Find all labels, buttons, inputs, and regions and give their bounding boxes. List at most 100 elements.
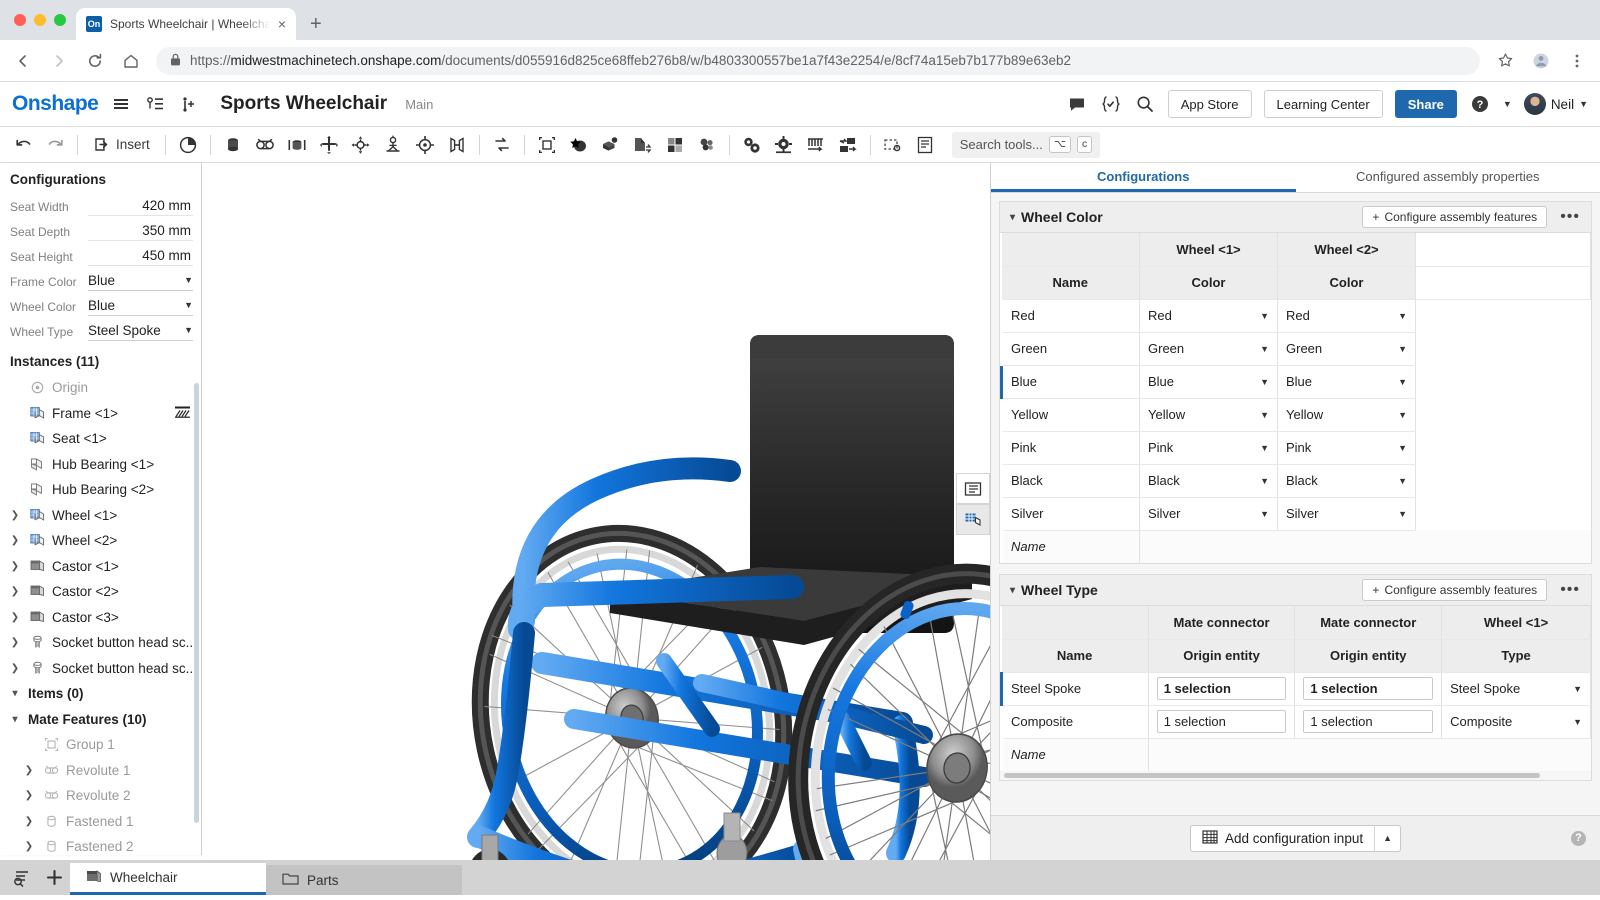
bom-icon[interactable] xyxy=(910,131,940,159)
linear-motion-icon[interactable] xyxy=(833,131,863,159)
spring-icon[interactable] xyxy=(801,131,831,159)
feature-tree[interactable]: Origin Frame <1> Seat <1> Hub Bearing <1> Hu… xyxy=(0,375,201,855)
cell-dropdown[interactable]: Yellow ▼ xyxy=(1148,407,1269,422)
chevron-right-icon[interactable]: ❯ xyxy=(22,816,36,827)
config-field-wheel-type[interactable]: Wheel Type Steel Spoke ▼ xyxy=(0,319,201,344)
address-bar[interactable]: https://midwestmachinetech.onshape.com/d… xyxy=(156,46,1480,75)
table-row[interactable]: Yellow Yellow ▼ Yellow ▼ xyxy=(1001,398,1591,432)
tree-item[interactable]: Group 1 xyxy=(0,732,201,758)
table-cell[interactable]: Silver ▼ xyxy=(1277,497,1416,531)
search-tools-input[interactable]: Search tools... ⌥ c xyxy=(951,131,1101,158)
tree-item[interactable]: ❯ Wheel <2> xyxy=(0,528,201,554)
document-title[interactable]: Sports Wheelchair xyxy=(220,93,387,115)
cell-dropdown[interactable]: Silver ▼ xyxy=(1148,506,1269,521)
row-name-cell[interactable]: Black xyxy=(1001,464,1140,498)
tree-item[interactable]: ❯ Socket button head sc... xyxy=(0,656,201,682)
forward-button[interactable] xyxy=(48,50,70,72)
version-graph-icon[interactable] xyxy=(144,93,166,115)
table-row[interactable]: Composite 1 selection 1 selection Composite… xyxy=(1001,705,1591,739)
close-tab-button[interactable]: × xyxy=(278,17,286,31)
table-cell[interactable]: 1 selection xyxy=(1294,705,1443,739)
table-cell[interactable]: Red ▼ xyxy=(1277,299,1416,333)
frame-color-dropdown[interactable]: Blue ▼ xyxy=(88,273,193,291)
home-button[interactable] xyxy=(120,50,142,72)
table-row[interactable]: Silver Silver ▼ Silver ▼ xyxy=(1001,497,1591,531)
comments-icon[interactable] xyxy=(1066,93,1088,115)
tree-item[interactable]: Hub Bearing <1> xyxy=(0,452,201,478)
row-name-cell[interactable]: Steel Spoke xyxy=(1000,672,1149,706)
cell-dropdown[interactable]: Green ▼ xyxy=(1148,341,1269,356)
config-value[interactable]: 420 mm xyxy=(88,198,193,216)
config-field-seat-height[interactable]: Seat Height 450 mm xyxy=(0,244,201,269)
cell-dropdown[interactable]: Pink ▼ xyxy=(1286,440,1407,455)
revolute-mate-icon[interactable] xyxy=(250,131,280,159)
cell-dropdown[interactable]: Steel Spoke ▼ xyxy=(1450,681,1582,696)
close-window-button[interactable] xyxy=(14,14,26,26)
table-horizontal-scrollbar[interactable] xyxy=(1000,771,1591,780)
cell-dropdown[interactable]: Blue ▼ xyxy=(1148,374,1269,389)
table-cell[interactable]: Blue ▼ xyxy=(1277,365,1416,399)
help-chevron-down-icon[interactable]: ▼ xyxy=(1503,99,1512,109)
replace-instance-icon[interactable] xyxy=(487,131,517,159)
table-row[interactable]: Steel Spoke 1 selection 1 selection Steel S… xyxy=(1000,672,1591,706)
config-value[interactable]: 350 mm xyxy=(88,223,193,241)
selection-input[interactable]: 1 selection xyxy=(1303,677,1434,700)
items-header[interactable]: ▾ Items (0) xyxy=(0,681,201,707)
tree-item[interactable]: ❯ Revolute 2 xyxy=(0,783,201,809)
tree-item[interactable]: Origin xyxy=(0,375,201,401)
cell-dropdown[interactable]: Pink ▼ xyxy=(1148,440,1269,455)
selection-input[interactable]: 1 selection xyxy=(1303,710,1434,733)
chevron-down-icon[interactable]: ▾ xyxy=(8,688,22,699)
assembly-feature-icon[interactable] xyxy=(769,131,799,159)
new-row[interactable]: Name xyxy=(1001,530,1591,563)
document-tab-wheelchair[interactable]: Wheelchair xyxy=(70,863,266,895)
new-row-name-input[interactable]: Name xyxy=(1001,530,1140,563)
featurescript-icon[interactable] xyxy=(1100,93,1122,115)
in-context-icon[interactable] xyxy=(596,131,626,159)
chevron-right-icon[interactable]: ❯ xyxy=(22,841,36,852)
tree-item[interactable]: ❯ Wheel <1> xyxy=(0,503,201,529)
selection-input[interactable]: 1 selection xyxy=(1156,710,1287,733)
table-cell[interactable]: Silver ▼ xyxy=(1139,497,1278,531)
cell-dropdown[interactable]: Silver ▼ xyxy=(1286,506,1407,521)
learning-center-button[interactable]: Learning Center xyxy=(1263,90,1383,118)
table-cell[interactable]: Red ▼ xyxy=(1139,299,1278,333)
minimize-window-button[interactable] xyxy=(34,14,46,26)
add-configuration-chevron-up-icon[interactable]: ▲ xyxy=(1374,825,1400,851)
assembly-list-panel-button[interactable] xyxy=(956,473,990,504)
chevron-right-icon[interactable]: ❯ xyxy=(22,765,36,776)
table-cell[interactable]: Yellow ▼ xyxy=(1277,398,1416,432)
group-icon[interactable] xyxy=(532,131,562,159)
cell-dropdown[interactable]: Yellow ▼ xyxy=(1286,407,1407,422)
card-more-options-button[interactable]: ••• xyxy=(1555,208,1585,226)
browser-tab[interactable]: On Sports Wheelchair | Wheelchai × xyxy=(76,8,296,40)
slider-mate-icon[interactable] xyxy=(282,131,312,159)
table-row[interactable]: Black Black ▼ Black ▼ xyxy=(1001,464,1591,498)
undo-button[interactable] xyxy=(8,131,38,159)
chevron-down-icon[interactable]: ▾ xyxy=(1010,212,1015,223)
cell-dropdown[interactable]: Red ▼ xyxy=(1286,308,1407,323)
table-cell[interactable]: Steel Spoke ▼ xyxy=(1441,672,1591,706)
cell-dropdown[interactable]: Green ▼ xyxy=(1286,341,1407,356)
scrollbar-thumb[interactable] xyxy=(1004,773,1541,778)
chevron-right-icon[interactable]: ❯ xyxy=(8,663,22,674)
cell-dropdown[interactable]: Composite ▼ xyxy=(1450,714,1582,729)
cylindrical-mate-icon[interactable] xyxy=(410,131,440,159)
mate-features-header[interactable]: ▾ Mate Features (10) xyxy=(0,707,201,733)
browser-menu-icon[interactable] xyxy=(1566,50,1588,72)
tree-scrollbar[interactable] xyxy=(194,383,199,823)
config-field-wheel-color[interactable]: Wheel Color Blue ▼ xyxy=(0,294,201,319)
chevron-right-icon[interactable]: ❯ xyxy=(22,790,36,801)
row-name-cell[interactable]: Silver xyxy=(1001,497,1140,531)
tree-item[interactable]: ❯ Castor <1> xyxy=(0,554,201,580)
configuration-panel-button[interactable] xyxy=(956,504,990,535)
mirror-parts-icon[interactable] xyxy=(692,131,722,159)
planar-mate-icon[interactable] xyxy=(314,131,344,159)
table-cell[interactable]: 1 selection xyxy=(1148,705,1296,739)
row-name-cell[interactable]: Blue xyxy=(1000,365,1140,399)
row-name-cell[interactable]: Composite xyxy=(1001,705,1149,739)
chevron-right-icon[interactable]: ❯ xyxy=(8,561,22,572)
config-field-seat-depth[interactable]: Seat Depth 350 mm xyxy=(0,219,201,244)
tree-item[interactable]: ❯ Castor <2> xyxy=(0,579,201,605)
panel-help-icon[interactable]: ? xyxy=(1571,830,1586,846)
